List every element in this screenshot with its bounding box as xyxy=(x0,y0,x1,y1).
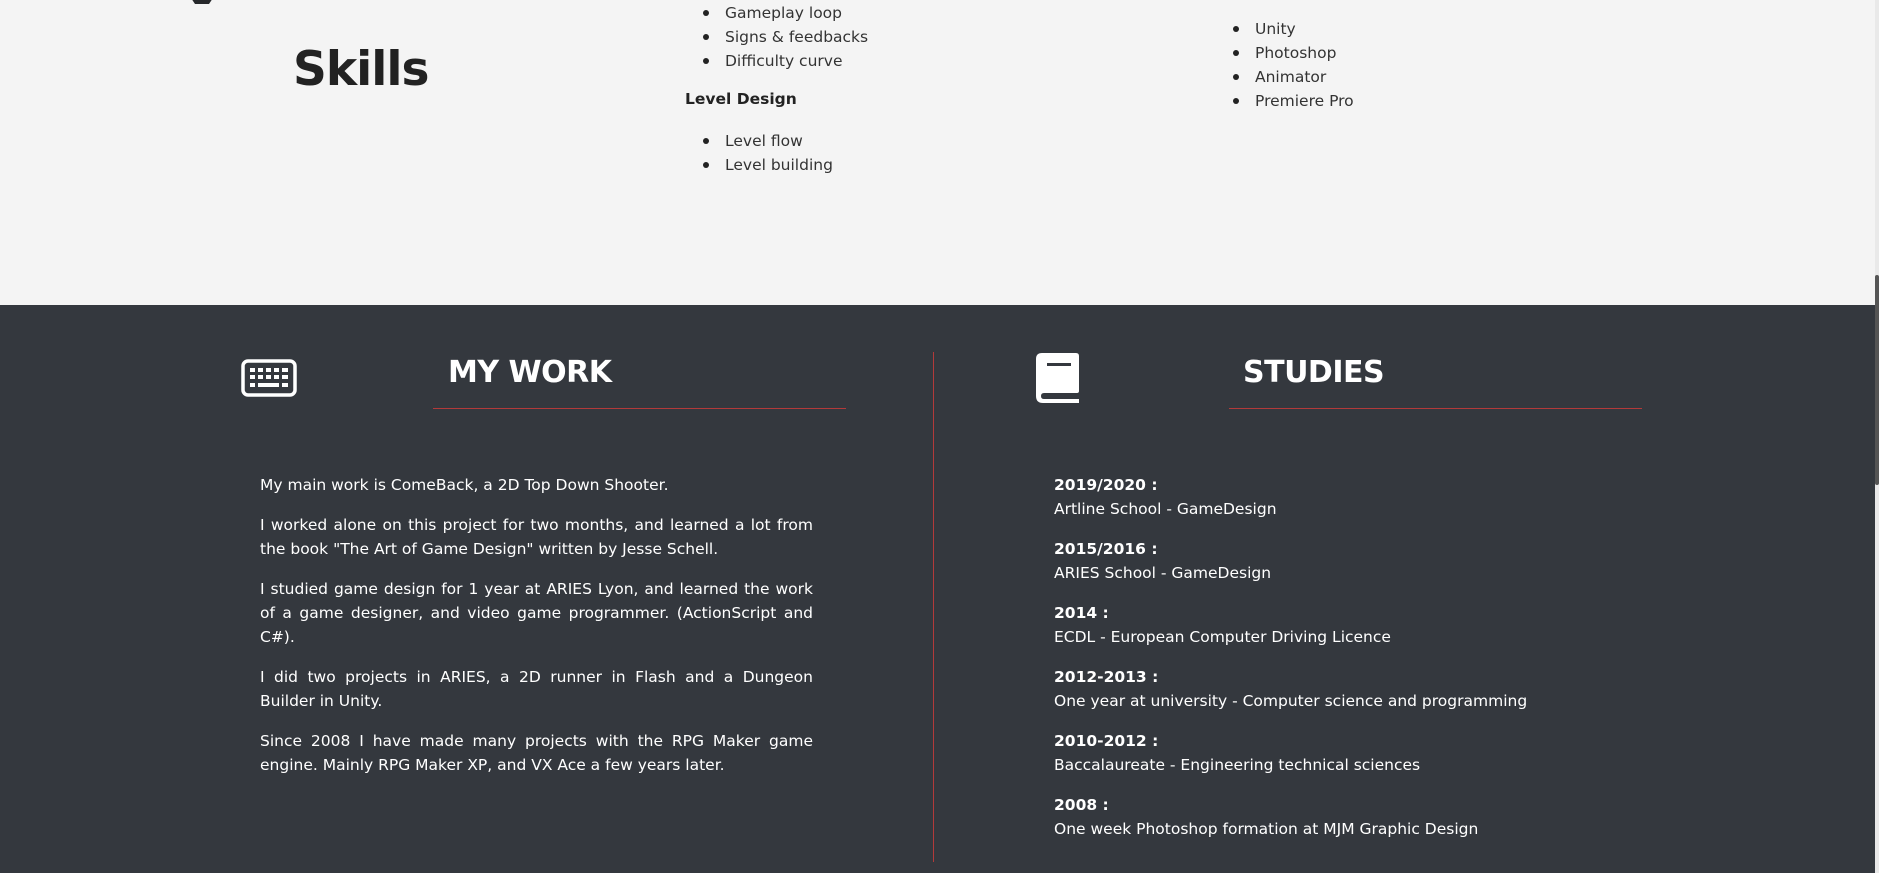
study-description: ECDL - European Computer Driving Licence xyxy=(1054,628,1391,646)
study-description: One week Photoshop formation at MJM Grap… xyxy=(1054,820,1479,838)
list-item: Premiere Pro xyxy=(1215,89,1354,113)
study-year: 2014 : xyxy=(1054,604,1109,622)
list-item: Signs & feedbacks xyxy=(685,25,868,49)
list-item: Difficulty curve xyxy=(685,49,868,73)
page-scrollbar[interactable] xyxy=(1875,0,1879,873)
work-studies-section: MY WORK STUDIES My main work is ComeBack… xyxy=(0,305,1875,873)
study-item: 2019/2020 : Artline School - GameDesign xyxy=(1054,473,1654,521)
study-description: One year at university - Computer scienc… xyxy=(1054,692,1528,710)
study-item: 2012-2013 : One year at university - Com… xyxy=(1054,665,1654,713)
study-year: 2010-2012 : xyxy=(1054,732,1159,750)
level-design-heading: Level Design xyxy=(685,90,797,108)
study-description: Baccalaureate - Engineering technical sc… xyxy=(1054,756,1421,774)
studies-list: 2019/2020 : Artline School - GameDesign … xyxy=(1054,473,1654,857)
work-paragraph: My main work is ComeBack, a 2D Top Down … xyxy=(260,476,669,494)
work-paragraph: I studied game design for 1 year at ARIE… xyxy=(260,580,813,646)
list-item: Unity xyxy=(1215,17,1354,41)
work-paragraph: Since 2008 I have made many projects wit… xyxy=(260,732,813,774)
list-item: Animator xyxy=(1215,65,1354,89)
my-work-title: MY WORK xyxy=(448,355,612,390)
studies-title: STUDIES xyxy=(1243,355,1385,390)
column-divider xyxy=(933,352,934,862)
skills-list-software: Unity Photoshop Animator Premiere Pro xyxy=(1215,17,1354,113)
work-paragraph: I did two projects in ARIES, a 2D runner… xyxy=(260,668,813,710)
keyboard-icon xyxy=(241,359,297,397)
study-description: Artline School - GameDesign xyxy=(1054,500,1277,518)
list-item: Gameplay loop xyxy=(685,1,868,25)
study-year: 2012-2013 : xyxy=(1054,668,1159,686)
study-item: 2015/2016 : ARIES School - GameDesign xyxy=(1054,537,1654,585)
skills-title: Skills xyxy=(293,42,429,97)
skills-list-level-design: Level flow Level building xyxy=(685,129,833,177)
study-item: 2008 : One week Photoshop formation at M… xyxy=(1054,793,1654,841)
study-year: 2015/2016 : xyxy=(1054,540,1158,558)
study-year: 2008 : xyxy=(1054,796,1109,814)
gear-icon xyxy=(192,0,212,4)
list-item: Level building xyxy=(685,153,833,177)
study-item: 2010-2012 : Baccalaureate - Engineering … xyxy=(1054,729,1654,777)
skills-list-gameplay: Gameplay loop Signs & feedbacks Difficul… xyxy=(685,1,868,73)
study-description: ARIES School - GameDesign xyxy=(1054,564,1272,582)
list-item: Level flow xyxy=(685,129,833,153)
list-item: Photoshop xyxy=(1215,41,1354,65)
work-paragraph: I worked alone on this project for two m… xyxy=(260,516,813,558)
study-item: 2014 : ECDL - European Computer Driving … xyxy=(1054,601,1654,649)
skills-section: Skills Gameplay loop Signs & feedbacks D… xyxy=(0,0,1875,305)
title-divider xyxy=(433,408,846,409)
scrollbar-thumb[interactable] xyxy=(1875,275,1879,485)
book-icon xyxy=(1036,353,1079,403)
title-divider xyxy=(1229,408,1642,409)
work-description: My main work is ComeBack, a 2D Top Down … xyxy=(260,473,813,793)
study-year: 2019/2020 : xyxy=(1054,476,1158,494)
